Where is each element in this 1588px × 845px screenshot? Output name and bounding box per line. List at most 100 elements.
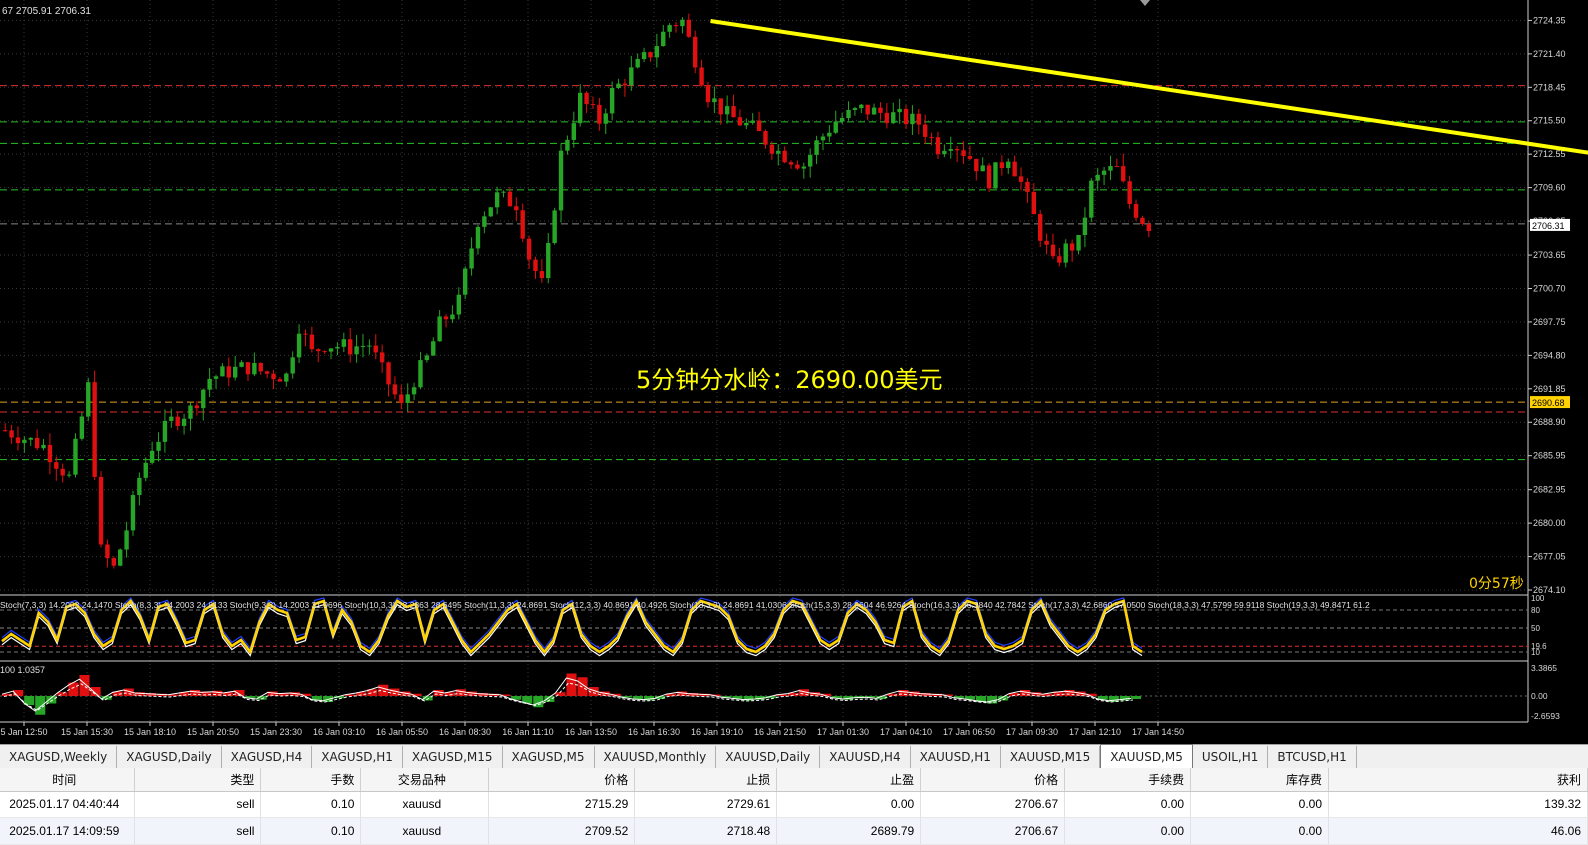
candle-body (833, 121, 838, 133)
candle-body (878, 107, 883, 113)
candle-body (1076, 234, 1081, 251)
candle-body (859, 104, 864, 109)
chart-tab[interactable]: XAUUSD,Daily (716, 746, 821, 768)
candle-body (92, 382, 97, 477)
macd-bar (46, 696, 57, 704)
chart-tab[interactable]: XAUUSD,H1 (911, 746, 1001, 768)
trade-cell: 2729.61 (634, 791, 778, 819)
candle-body (9, 430, 14, 438)
candle-body (1063, 243, 1068, 263)
x-tick-label: 16 Jan 08:30 (439, 727, 491, 737)
column-header[interactable]: 止损 (634, 768, 778, 792)
candle-body (507, 191, 513, 207)
chart-tab[interactable]: XAGUSD,H1 (312, 746, 403, 768)
candle-body (635, 58, 640, 68)
chart-tab[interactable]: XAGUSD,M15 (403, 746, 503, 768)
trade-table: 时间 类型 手数 交易品种 价格 止损 止盈 价格 手续费 库存费 获利 2025.01.17 04… (0, 768, 1588, 845)
candle-body (699, 67, 704, 86)
column-header[interactable]: 获利 (1328, 768, 1588, 792)
chart-tab[interactable]: USOIL,H1 (1193, 746, 1269, 768)
column-header[interactable]: 交易品种 (360, 768, 490, 792)
candle-body (686, 19, 691, 37)
candle-body (795, 164, 800, 169)
x-tick-label: 16 Jan 11:10 (502, 727, 553, 737)
candle-body (54, 462, 59, 469)
chart-tab[interactable]: XAUUSD,M15 (1001, 746, 1101, 768)
chart-tab[interactable]: XAUUSD,M5 (1100, 744, 1193, 768)
candle-body (392, 384, 398, 395)
candle-body (1050, 244, 1056, 257)
trade-row[interactable]: 2025.01.17 14:09:59 sell 0.10 xauusd 2709.52… (0, 817, 1588, 845)
candle-body (814, 140, 819, 155)
candle-body (245, 362, 251, 375)
trade-cell: 0.00 (1064, 817, 1192, 845)
macd-bar (1130, 696, 1141, 699)
trade-row[interactable]: 2025.01.17 04:40:44 sell 0.10 xauusd 2715.29… (0, 791, 1588, 819)
stoch-tick-label: 50 (1531, 624, 1540, 633)
candle-body (961, 150, 966, 157)
chart-tab[interactable]: XAUUSD,H4 (820, 746, 911, 768)
candle-body (143, 462, 148, 478)
chart-tab[interactable]: XAGUSD,Weekly (0, 746, 118, 768)
column-header[interactable]: 手续费 (1064, 768, 1192, 792)
column-header[interactable]: 时间 (0, 768, 136, 792)
stoch-tick-label: 100 (1531, 594, 1545, 603)
x-tick-label: 17 Jan 09:30 (1006, 727, 1058, 737)
column-header[interactable]: 库存费 (1190, 768, 1330, 792)
candle-body (1133, 204, 1139, 218)
candle-body (443, 316, 449, 320)
trade-cell: 2706.67 (920, 817, 1066, 845)
trend-arrow (710, 19, 1588, 155)
trade-cell: xauusd (360, 791, 490, 819)
x-tick-label: 16 Jan 13:50 (565, 727, 617, 737)
candle-body (1012, 161, 1017, 177)
candle-body (846, 110, 851, 118)
column-header[interactable]: 手数 (260, 768, 362, 792)
trading-terminal: 2724.35 2721.40 2718.45 2715.50 2712.55 2709.… (0, 0, 1588, 845)
candle-body (86, 382, 91, 417)
chart-tab-bar: XAGUSD,Weekly XAGUSD,Daily XAGUSD,H4 XAGUSD… (0, 744, 1588, 768)
price-chart[interactable]: 2724.35 2721.40 2718.45 2715.50 2712.55 2709.… (0, 0, 1588, 744)
column-header[interactable]: 价格 (488, 768, 636, 792)
candle-body (1146, 224, 1151, 232)
trade-cell: xauusd (360, 817, 490, 845)
candle-body (386, 362, 391, 385)
chart-tab[interactable]: XAGUSD,Daily (117, 746, 222, 768)
trade-cell: 2718.48 (634, 817, 778, 845)
candle-body (661, 31, 666, 47)
y-tick-label: 2694.80 (1533, 350, 1566, 360)
trade-cell: 2025.01.17 14:09:59 (0, 817, 136, 845)
candle-body (22, 439, 27, 444)
column-header[interactable]: 止盈 (776, 768, 922, 792)
candle-body (348, 339, 353, 355)
y-tick-label: 2682.95 (1533, 485, 1566, 495)
stoch-tick-label: 80 (1531, 606, 1540, 615)
macd-bar (35, 696, 46, 715)
candle-body (782, 150, 787, 163)
x-tick-label: 16 Jan 05:50 (376, 727, 428, 737)
candle-body (871, 107, 877, 115)
macd-tick-label: 0.00 (1531, 691, 1548, 701)
candle-body (252, 362, 257, 375)
trade-cell: 0.00 (776, 791, 922, 819)
y-tick-label: 2685.95 (1533, 451, 1566, 461)
chart-tab[interactable]: XAGUSD,M5 (503, 746, 595, 768)
x-tick-label: 16 Jan 21:50 (754, 727, 806, 737)
y-tick-label: 2688.90 (1533, 417, 1566, 427)
candle-body (609, 87, 615, 114)
trade-cell: 2706.67 (920, 791, 1066, 819)
candle-body (367, 345, 372, 347)
chart-tab[interactable]: XAGUSD,H4 (222, 746, 313, 768)
x-tick-label: 16 Jan 16:30 (628, 727, 680, 737)
column-header[interactable]: 价格 (920, 768, 1066, 792)
column-header[interactable]: 类型 (134, 768, 262, 792)
candle-body (111, 558, 116, 566)
candle-body (769, 144, 775, 154)
candle-body (137, 477, 142, 496)
candle-body (705, 85, 711, 103)
chart-tab[interactable]: XAUUSD,Monthly (595, 746, 717, 768)
candle-body (648, 52, 653, 58)
chart-tab[interactable]: BTCUSD,H1 (1268, 746, 1357, 768)
candle-body (974, 158, 979, 172)
candle-body (66, 474, 72, 476)
